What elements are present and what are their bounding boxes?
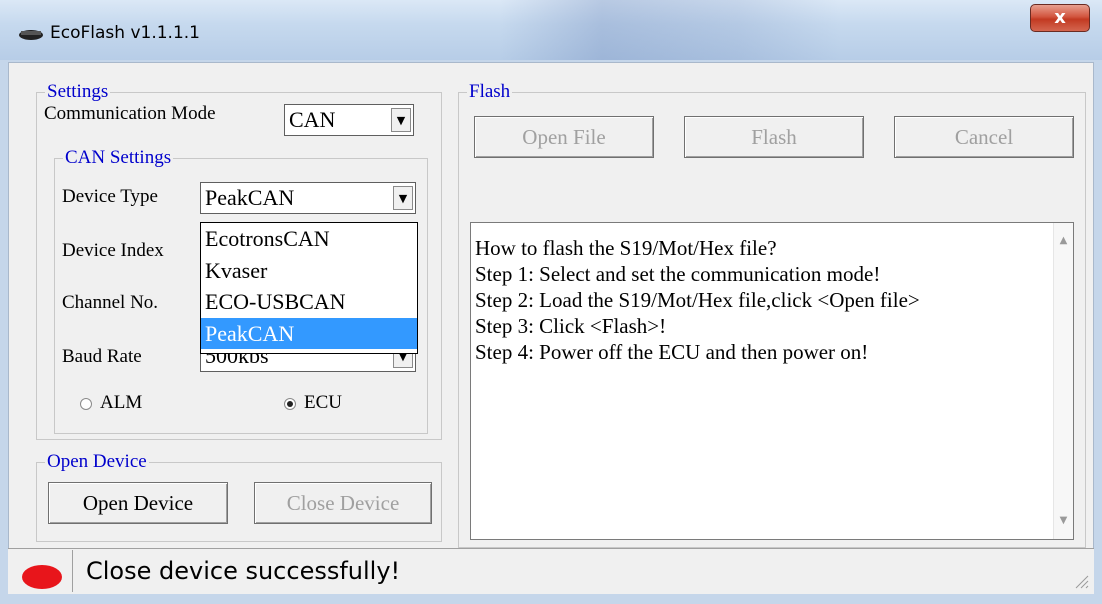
device-type-label: Device Type <box>62 186 158 207</box>
instruction-line: Step 2: Load the S19/Mot/Hex file,click … <box>475 288 920 312</box>
device-type-select[interactable]: PeakCAN ▼ <box>200 182 416 214</box>
dropdown-option[interactable]: Kvaser <box>201 255 417 287</box>
close-icon: x <box>1054 7 1066 28</box>
open-file-button[interactable]: Open File <box>474 116 654 158</box>
resize-grip-icon[interactable] <box>1070 570 1090 590</box>
alm-radio-label: ALM <box>100 392 143 413</box>
instruction-line: Step 3: Click <Flash>! <box>475 314 667 338</box>
ecu-radio-label: ECU <box>304 392 342 413</box>
flash-legend: Flash <box>467 81 513 103</box>
dropdown-option[interactable]: ECO-USBCAN <box>201 286 417 318</box>
chip-icon <box>19 30 43 40</box>
baud-rate-label: Baud Rate <box>62 346 142 367</box>
cancel-button[interactable]: Cancel <box>894 116 1074 158</box>
title-bar[interactable]: EcoFlash v1.1.1.1 x <box>0 0 1102 60</box>
instruction-line: Step 1: Select and set the communication… <box>475 262 881 286</box>
chevron-down-icon[interactable]: ▼ <box>391 108 411 132</box>
can-settings-legend: CAN Settings <box>63 147 174 169</box>
vertical-scrollbar[interactable]: ▲ ▼ <box>1053 223 1073 539</box>
chevron-down-icon[interactable]: ▼ <box>393 186 413 210</box>
device-type-dropdown-list: EcotronsCAN Kvaser ECO-USBCAN PeakCAN <box>200 222 418 354</box>
channel-label: Channel No. <box>62 292 159 313</box>
instructions-textbox[interactable]: How to flash the S19/Mot/Hex file? Step … <box>470 222 1074 540</box>
status-text: Close device successfully! <box>86 557 401 585</box>
open-device-button[interactable]: Open Device <box>48 482 228 524</box>
ecu-radio[interactable] <box>284 398 296 410</box>
instruction-line: Step 4: Power off the ECU and then power… <box>475 340 869 364</box>
dropdown-option[interactable]: EcotronsCAN <box>201 223 417 255</box>
settings-legend: Settings <box>45 81 111 103</box>
close-device-button[interactable]: Close Device <box>254 482 432 524</box>
dropdown-option-selected[interactable]: PeakCAN <box>201 317 417 349</box>
app-window: EcoFlash v1.1.1.1 x Settings Communicati… <box>0 0 1102 604</box>
status-led-icon <box>22 565 62 589</box>
instruction-line: How to flash the S19/Mot/Hex file? <box>475 236 777 260</box>
scroll-down-icon[interactable]: ▼ <box>1054 511 1073 531</box>
alm-radio[interactable] <box>80 398 92 410</box>
scroll-up-icon[interactable]: ▲ <box>1054 231 1073 251</box>
window-title: EcoFlash v1.1.1.1 <box>50 23 200 43</box>
open-device-legend: Open Device <box>45 451 149 473</box>
comm-mode-label: Communication Mode <box>44 103 216 124</box>
comm-mode-select[interactable]: CAN ▼ <box>284 104 414 136</box>
close-button[interactable]: x <box>1030 4 1090 32</box>
flash-button[interactable]: Flash <box>684 116 864 158</box>
device-index-label: Device Index <box>62 240 164 261</box>
